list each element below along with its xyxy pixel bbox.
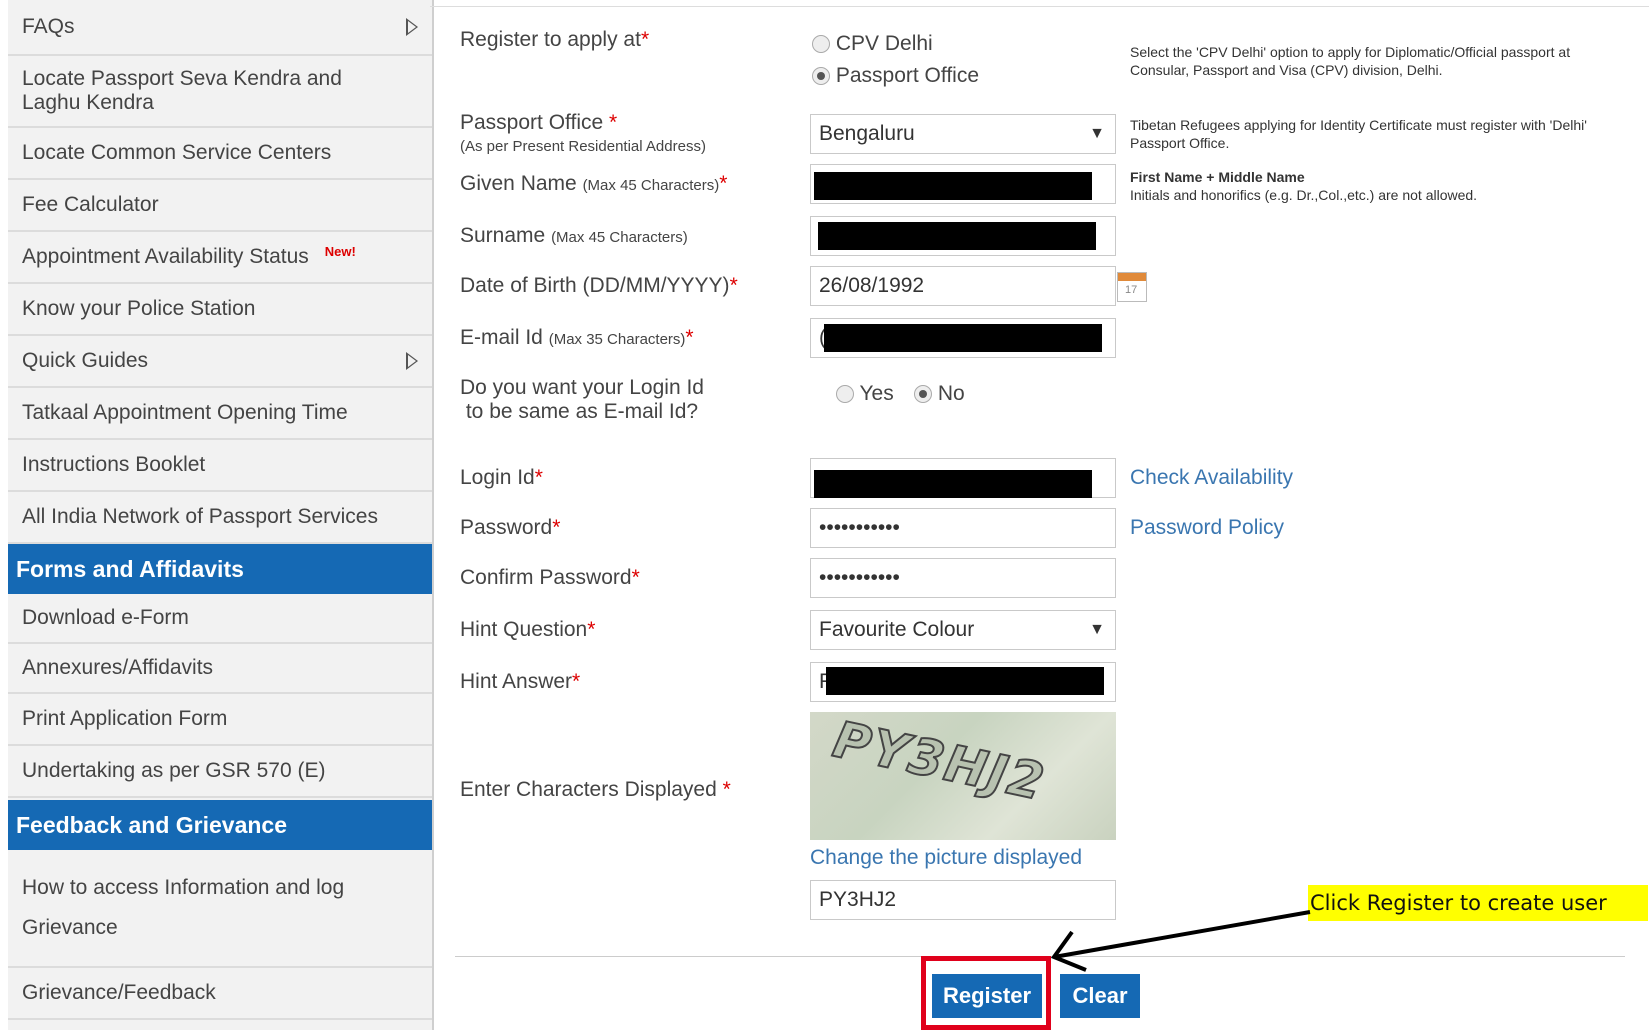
login-same-label: Do you want your Login Id to be same as … <box>460 376 704 423</box>
redaction-bar <box>814 470 1092 498</box>
sidebar-item-label: Locate Common Service Centers <box>22 141 332 164</box>
redaction-bar <box>814 172 1092 200</box>
radio-passport-office[interactable]: Passport Office <box>812 64 979 88</box>
clear-button[interactable]: Clear <box>1060 974 1140 1018</box>
expand-arrow-icon[interactable] <box>406 352 418 370</box>
cpv-note: Select the 'CPV Delhi' option to apply f… <box>1130 44 1571 78</box>
sidebar-item-appointment-status[interactable]: Appointment Availability Status New! <box>8 232 432 284</box>
sidebar-item-undertaking[interactable]: Undertaking as per GSR 570 (E) <box>8 746 432 798</box>
sidebar-item-tatkaal-time[interactable]: Tatkaal Appointment Opening Time <box>8 388 432 440</box>
hint-question-select[interactable]: Favourite Colour ▼ <box>810 610 1116 650</box>
tibetan-note: Tibetan Refugees applying for Identity C… <box>1130 117 1587 151</box>
sidebar-item-label: Quick Guides <box>22 349 149 372</box>
sidebar-item-print-application[interactable]: Print Application Form <box>8 694 432 746</box>
dob-label: Date of Birth (DD/MM/YYYY)* <box>460 274 738 297</box>
login-id-label: Login Id* <box>460 466 543 489</box>
captcha-label: Enter Characters Displayed * <box>460 778 731 801</box>
sidebar-item-label: Instructions Booklet <box>22 453 206 476</box>
feedback-grievance-heading: Feedback and Grievance <box>8 800 432 850</box>
password-policy-link[interactable]: Password Policy <box>1130 516 1284 540</box>
sidebar-item-police-station[interactable]: Know your Police Station <box>8 284 432 336</box>
confirm-password-label: Confirm Password* <box>460 566 640 589</box>
radio-label: No <box>937 382 965 405</box>
email-label: E-mail Id (Max 35 Characters)* <box>460 326 694 349</box>
radio-button[interactable] <box>812 35 830 54</box>
sidebar-item-locate-psk[interactable]: Locate Passport Seva Kendra and Laghu Ke… <box>8 56 432 128</box>
calendar-icon[interactable]: 17 <box>1117 272 1147 302</box>
hint-question-label: Hint Question* <box>460 618 596 641</box>
radio-label: Yes <box>859 382 894 405</box>
radio-button[interactable] <box>914 385 932 404</box>
top-divider <box>430 6 1649 7</box>
dropdown-arrow-icon[interactable]: ▼ <box>1089 611 1105 649</box>
radio-login-yes[interactable]: Yes <box>836 382 894 406</box>
sidebar-item-label: Grievance/Feedback <box>22 981 216 1004</box>
passport-office-select[interactable]: Bengaluru ▼ <box>810 114 1116 154</box>
password-label: Password* <box>460 516 561 539</box>
sidebar-item-download-eform[interactable]: Download e-Form <box>8 594 432 644</box>
forms-affidavits-heading: Forms and Affidavits <box>8 544 432 594</box>
sidebar-item-label: FAQs <box>22 15 75 38</box>
sidebar-item-label: Tatkaal Appointment Opening Time <box>22 401 348 424</box>
sidebar-item-access-information[interactable]: How to access Information and log Grieva… <box>8 850 432 968</box>
redaction-bar <box>818 222 1096 250</box>
check-availability-link[interactable]: Check Availability <box>1130 466 1293 490</box>
sidebar-item-locate-csc[interactable]: Locate Common Service Centers <box>8 128 432 180</box>
redaction-bar <box>824 324 1102 352</box>
sidebar-item-faqs[interactable]: FAQs <box>8 0 432 56</box>
surname-label: Surname (Max 45 Characters) <box>460 224 688 247</box>
sidebar-item-label: Download e-Form <box>22 606 189 629</box>
sidebar-item-label: All India Network of Passport Services <box>22 505 378 528</box>
change-picture-link[interactable]: Change the picture displayed <box>810 846 1082 870</box>
sidebar: FAQs Locate Passport Seva Kendra and Lag… <box>8 0 434 1030</box>
captcha-input[interactable]: PY3HJ2 <box>810 880 1116 920</box>
dropdown-arrow-icon[interactable]: ▼ <box>1089 115 1105 153</box>
radio-login-no[interactable]: No <box>914 382 965 406</box>
sidebar-item-fee-calculator[interactable]: Fee Calculator <box>8 180 432 232</box>
sidebar-item-label: Appointment Availability Status <box>22 245 309 268</box>
given-name-label: Given Name (Max 45 Characters)* <box>460 172 728 195</box>
sidebar-item-instructions-booklet[interactable]: Instructions Booklet <box>8 440 432 492</box>
callout-note: Click Register to create user <box>1308 885 1648 921</box>
sidebar-item-label: How to access Information and log Grieva… <box>22 876 345 939</box>
radio-label: CPV Delhi <box>835 32 933 55</box>
passport-office-label: Passport Office * (As per Present Reside… <box>460 111 706 156</box>
register-highlight-box <box>921 956 1051 1030</box>
sidebar-item-annexures[interactable]: Annexures/Affidavits <box>8 644 432 694</box>
selected-value: Favourite Colour <box>819 618 975 641</box>
radio-cpv-delhi[interactable]: CPV Delhi <box>812 32 933 56</box>
sidebar-item-label: Fee Calculator <box>22 193 159 216</box>
hint-answer-label: Hint Answer* <box>460 670 581 693</box>
redaction-bar <box>826 667 1104 695</box>
dob-input[interactable]: 26/08/1992 <box>810 266 1116 306</box>
selected-value: Bengaluru <box>819 122 915 145</box>
expand-arrow-icon[interactable] <box>406 18 418 36</box>
sidebar-item-label: Print Application Form <box>22 707 228 730</box>
sidebar-item-label: Undertaking as per GSR 570 (E) <box>22 759 326 782</box>
sidebar-item-grievance-feedback[interactable]: Grievance/Feedback <box>8 968 432 1020</box>
arrow-head-icon <box>1050 930 1087 972</box>
radio-button[interactable] <box>812 67 830 86</box>
confirm-password-input[interactable]: ••••••••••• <box>810 558 1116 598</box>
sidebar-item-label: Know your Police Station <box>22 297 256 320</box>
sidebar-item-quick-guides[interactable]: Quick Guides <box>8 336 432 388</box>
captcha-image: PY3HJ2 <box>810 712 1116 840</box>
sidebar-item-label: Locate Passport Seva Kendra and Laghu Ke… <box>22 67 342 114</box>
password-input[interactable]: ••••••••••• <box>810 508 1116 548</box>
sidebar-item-label: Annexures/Affidavits <box>22 656 214 679</box>
captcha-image-text: PY3HJ2 <box>827 712 1051 813</box>
radio-label: Passport Office <box>835 64 980 87</box>
given-name-note: First Name + Middle Name Initials and hon… <box>1130 169 1478 203</box>
radio-button[interactable] <box>836 385 854 404</box>
sidebar-item-all-india-network[interactable]: All India Network of Passport Services <box>8 492 432 544</box>
new-badge: New! <box>324 243 356 259</box>
register-at-label: Register to apply at* <box>460 28 650 51</box>
